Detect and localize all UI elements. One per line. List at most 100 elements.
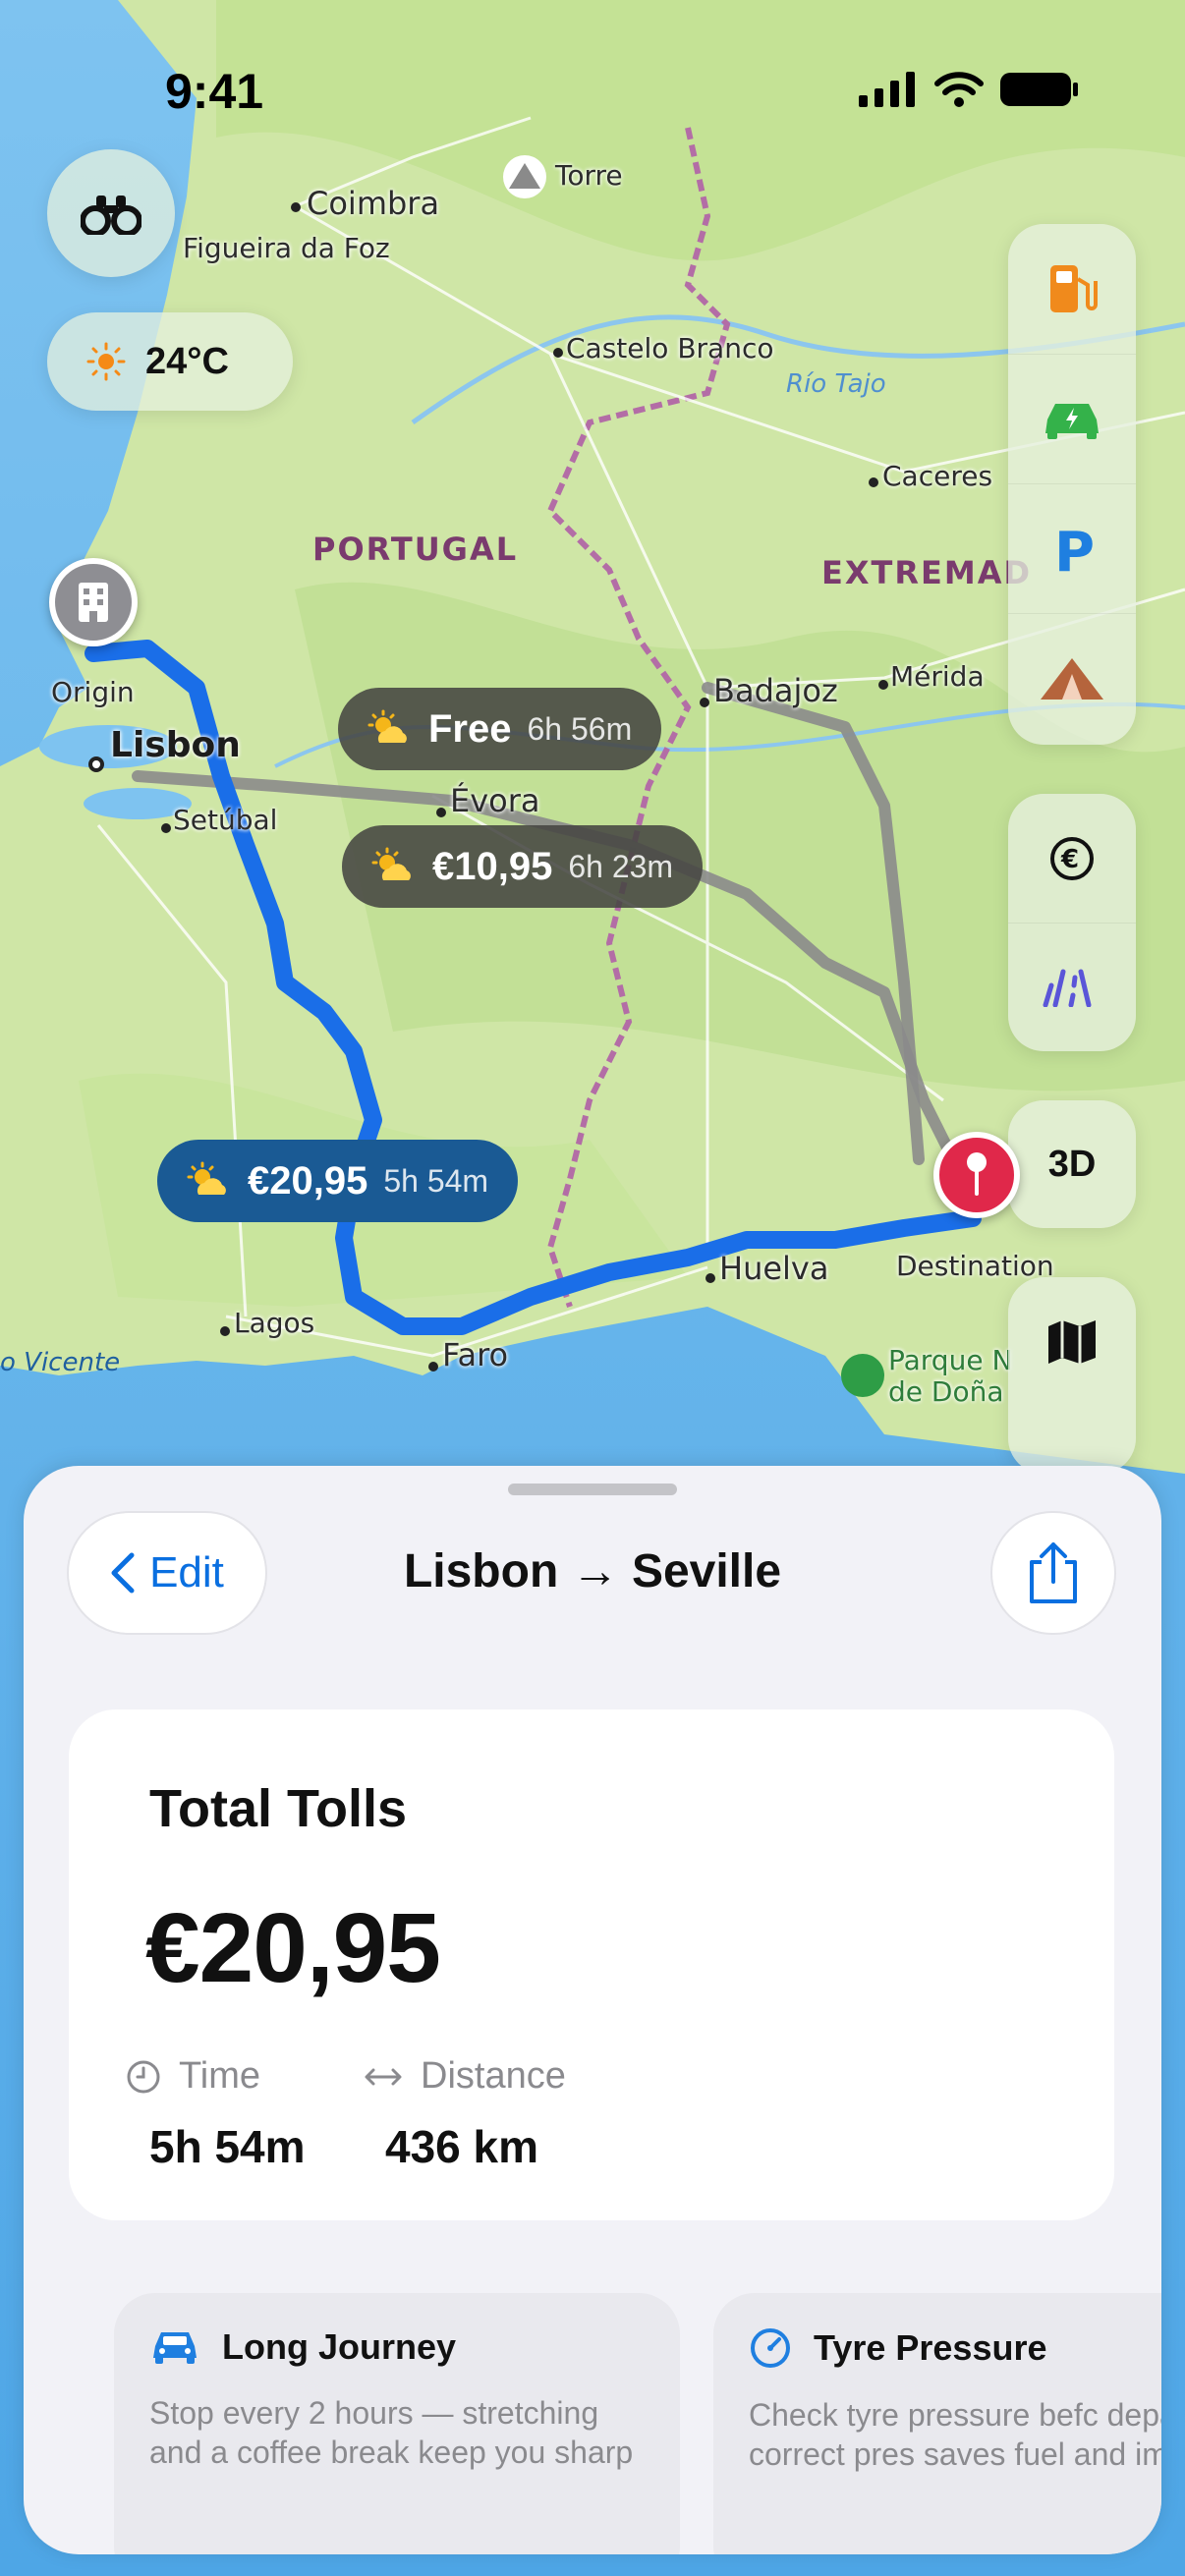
map-label-portugal: PORTUGAL (312, 531, 519, 568)
tip-card-tyre-pressure[interactable]: Tyre Pressure Check tyre pressure befc d… (713, 2293, 1161, 2554)
three-d-button[interactable]: 3D (1008, 1100, 1136, 1228)
map-style-button[interactable] (1008, 1277, 1136, 1407)
clock-icon (127, 2060, 160, 2093)
temperature-text: 24°C (145, 340, 229, 382)
arrows-horizontal-icon (365, 2068, 402, 2085)
map-style-rail (1008, 1277, 1136, 1474)
route-price: €10,95 (432, 844, 553, 888)
battery-icon (1000, 73, 1078, 106)
svg-text:P: P (1054, 522, 1094, 577)
route-duration: 6h 56m (527, 710, 633, 747)
route-option-tolls-mid[interactable]: €10,95 6h 23m (342, 825, 704, 908)
map-label-lisbon[interactable]: Lisbon (110, 725, 241, 765)
share-button[interactable] (990, 1511, 1116, 1635)
tolls-summary-card: Total Tolls €20,95 Time 5h 54m Distance … (69, 1709, 1114, 2220)
map-label-donana[interactable]: de Doña (888, 1375, 1004, 1408)
city-dot (553, 348, 563, 358)
wifi-icon (934, 72, 984, 107)
map-label-badajoz[interactable]: Badajoz (713, 672, 838, 709)
map-label-lagos[interactable]: Lagos (234, 1307, 314, 1339)
svg-text:€: € (1060, 845, 1079, 874)
map-label-merida[interactable]: Mérida (890, 660, 985, 693)
map-label-extremadura: EXTREMAD (821, 554, 1033, 591)
route-option-free[interactable]: Free 6h 56m (338, 688, 662, 770)
status-icons (859, 71, 1079, 108)
city-dot (705, 1273, 715, 1283)
ev-charging-filter-button[interactable] (1008, 354, 1136, 483)
pin-icon (967, 1152, 987, 1196)
tent-icon (1041, 657, 1103, 700)
time-label: Time (179, 2055, 261, 2097)
distance-label: Distance (421, 2055, 566, 2097)
tip-title: Long Journey (222, 2326, 457, 2367)
parking-filter-button[interactable]: P (1008, 483, 1136, 613)
map-label-huelva[interactable]: Huelva (719, 1250, 828, 1287)
map-icon (1048, 1320, 1096, 1364)
cellular-signal-icon (859, 72, 915, 107)
weather-chip[interactable]: 24°C (47, 312, 293, 411)
destination-marker[interactable] (933, 1132, 1020, 1218)
tolls-amount: €20,95 (145, 1893, 441, 2003)
partly-sunny-icon (367, 709, 407, 743)
route-price: Free (428, 706, 512, 751)
origin-marker[interactable] (49, 558, 138, 646)
map-label-evora[interactable]: Évora (450, 782, 540, 819)
distance-label-row: Distance (364, 2055, 566, 2098)
route-summary-sheet: Edit Lisbon → Seville Total Tolls €20,95… (24, 1466, 1161, 2554)
parking-icon: P (1054, 522, 1094, 577)
city-dot (161, 823, 171, 833)
ev-car-icon (1045, 403, 1099, 439)
route-option-selected[interactable]: €20,95 5h 54m (157, 1140, 519, 1222)
map-label-caceres[interactable]: Caceres (882, 460, 992, 492)
map-label-origin: Origin (51, 676, 135, 708)
map-label-setubal[interactable]: Setúbal (173, 804, 277, 836)
map-label-rio-tajo: Río Tajo (786, 369, 886, 399)
partly-sunny-icon (187, 1161, 226, 1195)
euro-coin-icon: € (1050, 836, 1094, 880)
poi-filter-rail: P (1008, 224, 1136, 745)
route-options-rail: € (1008, 794, 1136, 1051)
sheet-grabber[interactable] (508, 1484, 677, 1495)
share-icon (1030, 1542, 1077, 1603)
fuel-filter-button[interactable] (1008, 224, 1136, 354)
camping-filter-button[interactable] (1008, 613, 1136, 743)
tip-title: Tyre Pressure (814, 2327, 1047, 2368)
map-label-figueira[interactable]: Figueira da Foz (183, 232, 390, 264)
city-dot (220, 1326, 230, 1336)
route-duration: 5h 54m (383, 1162, 489, 1199)
time-value: 5h 54m (149, 2121, 306, 2172)
tip-card-long-journey[interactable]: Long Journey Stop every 2 hours — stretc… (114, 2293, 680, 2554)
tolls-toggle-button[interactable]: € (1008, 794, 1136, 923)
city-dot (869, 477, 878, 487)
city-dot (700, 698, 709, 707)
status-time: 9:41 (165, 64, 264, 119)
city-dot (291, 202, 301, 212)
three-d-toggle[interactable]: 3D (1008, 1100, 1136, 1228)
map-label-torre[interactable]: Torre (555, 159, 623, 192)
fuel-pump-icon (1050, 265, 1098, 312)
route-price: €20,95 (248, 1158, 368, 1203)
map-label-coimbra[interactable]: Coimbra (307, 185, 439, 222)
city-dot (428, 1362, 438, 1372)
gauge-icon (751, 2328, 790, 2368)
tip-body: Stop every 2 hours — stretching and a co… (149, 2395, 634, 2470)
highway-toggle-button[interactable] (1008, 923, 1136, 1051)
time-label-row: Time (126, 2055, 260, 2098)
building-icon (79, 583, 108, 622)
sun-icon (86, 342, 126, 381)
route-duration: 6h 23m (568, 848, 674, 884)
map-label-vicente: o Vicente (0, 1348, 121, 1377)
binoculars-icon (81, 196, 141, 235)
city-dot (436, 808, 446, 817)
car-icon (153, 2332, 197, 2364)
city-dot (88, 756, 104, 772)
tip-body: Check tyre pressure befc departure — cor… (749, 2397, 1161, 2472)
map-label-parque[interactable]: Parque N (888, 1344, 1012, 1376)
explore-button[interactable] (47, 149, 175, 277)
tolls-heading: Total Tolls (149, 1779, 407, 1838)
road-lanes-icon (1043, 969, 1092, 1007)
partly-sunny-icon (371, 847, 411, 880)
city-dot (878, 680, 888, 690)
map-label-castelo-branco[interactable]: Castelo Branco (566, 332, 773, 364)
map-label-faro[interactable]: Faro (442, 1336, 508, 1373)
